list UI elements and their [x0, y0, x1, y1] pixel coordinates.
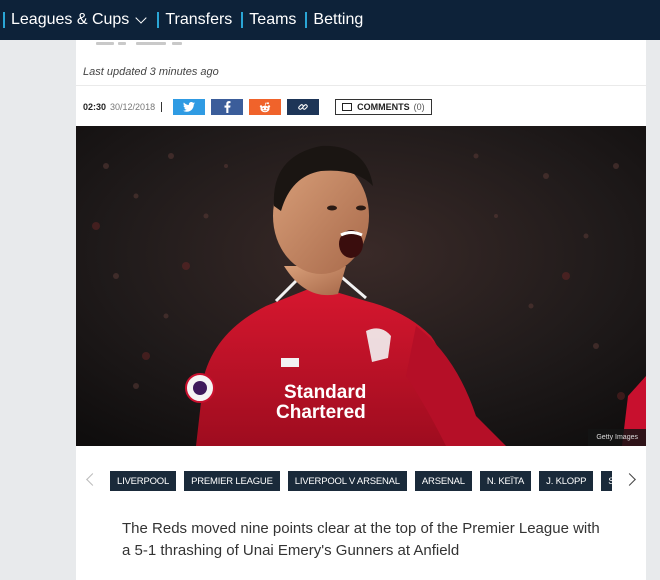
link-icon: [298, 104, 308, 110]
tag-liverpool[interactable]: LIVERPOOL: [110, 471, 177, 491]
article-meta-row: 02:30 30/12/2018 COMMENTS (0): [83, 98, 432, 116]
player-celebration-photo: Standard Chartered: [76, 126, 646, 446]
article-card: Last updated 3 minutes ago 02:30 30/12/2…: [76, 40, 646, 580]
meta-separator: [161, 102, 163, 112]
tags-track: LIVERPOOL PREMIER LEAGUE LIVERPOOL V ARS…: [110, 471, 612, 493]
tag-n-keita[interactable]: N. KEÏTA: [479, 471, 532, 491]
sponsor-text-line2: Chartered: [276, 402, 366, 423]
last-updated-text: Last updated 3 minutes ago: [83, 66, 219, 78]
sponsor-text-line1: Standard: [284, 382, 366, 403]
tag-arsenal[interactable]: ARSENAL: [414, 471, 472, 491]
article-lede: The Reds moved nine points clear at the …: [122, 520, 600, 559]
comments-button[interactable]: COMMENTS (0): [335, 99, 432, 115]
image-credit: Getty Images: [588, 429, 646, 446]
tag-liverpool-v-arsenal[interactable]: LIVERPOOL V ARSENAL: [287, 471, 407, 491]
nav-separator: [3, 12, 5, 28]
top-nav: Leagues & Cups Transfers Teams Betting: [0, 0, 660, 40]
nav-separator: [157, 12, 160, 28]
twitter-icon: [183, 102, 196, 112]
nav-item-leagues-cups[interactable]: Leagues & Cups: [0, 0, 153, 40]
chevron-left-icon[interactable]: [86, 473, 99, 486]
tag-premier-league[interactable]: PREMIER LEAGUE: [184, 471, 280, 491]
divider: [76, 85, 646, 86]
nav-label: Teams: [249, 11, 297, 28]
publish-time: 02:30: [83, 102, 107, 112]
tags-carousel: LIVERPOOL PREMIER LEAGUE LIVERPOOL V ARS…: [76, 471, 646, 493]
nav-item-transfers[interactable]: Transfers: [153, 0, 232, 40]
facebook-share-button[interactable]: [211, 99, 244, 115]
nav-label: Leagues & Cups: [11, 11, 130, 28]
comment-icon: [342, 103, 353, 111]
nav-item-teams[interactable]: Teams: [232, 0, 296, 40]
hero-image: Standard Chartered Getty Images: [76, 126, 646, 446]
facebook-icon: [224, 101, 231, 113]
comments-label: COMMENTS: [357, 102, 410, 112]
nav-label: Transfers: [165, 11, 233, 28]
tag-s-mane[interactable]: S. MANÉ: [601, 471, 612, 491]
publish-date: 30/12/2018: [110, 102, 156, 112]
twitter-share-button[interactable]: [173, 99, 206, 115]
comments-count: (0): [413, 102, 425, 112]
chevron-right-icon[interactable]: [623, 473, 636, 486]
reddit-icon: [259, 101, 271, 112]
tag-j-klopp[interactable]: J. KLOPP: [539, 471, 594, 491]
nav-separator: [305, 12, 308, 28]
reddit-share-button[interactable]: [249, 99, 282, 115]
chevron-down-icon: [135, 12, 147, 24]
nav-item-betting[interactable]: Betting: [296, 0, 363, 40]
nav-separator: [241, 12, 244, 28]
nav-label: Betting: [313, 11, 364, 28]
cut-off-text-remnant: [76, 40, 646, 50]
copy-link-button[interactable]: [287, 99, 320, 115]
